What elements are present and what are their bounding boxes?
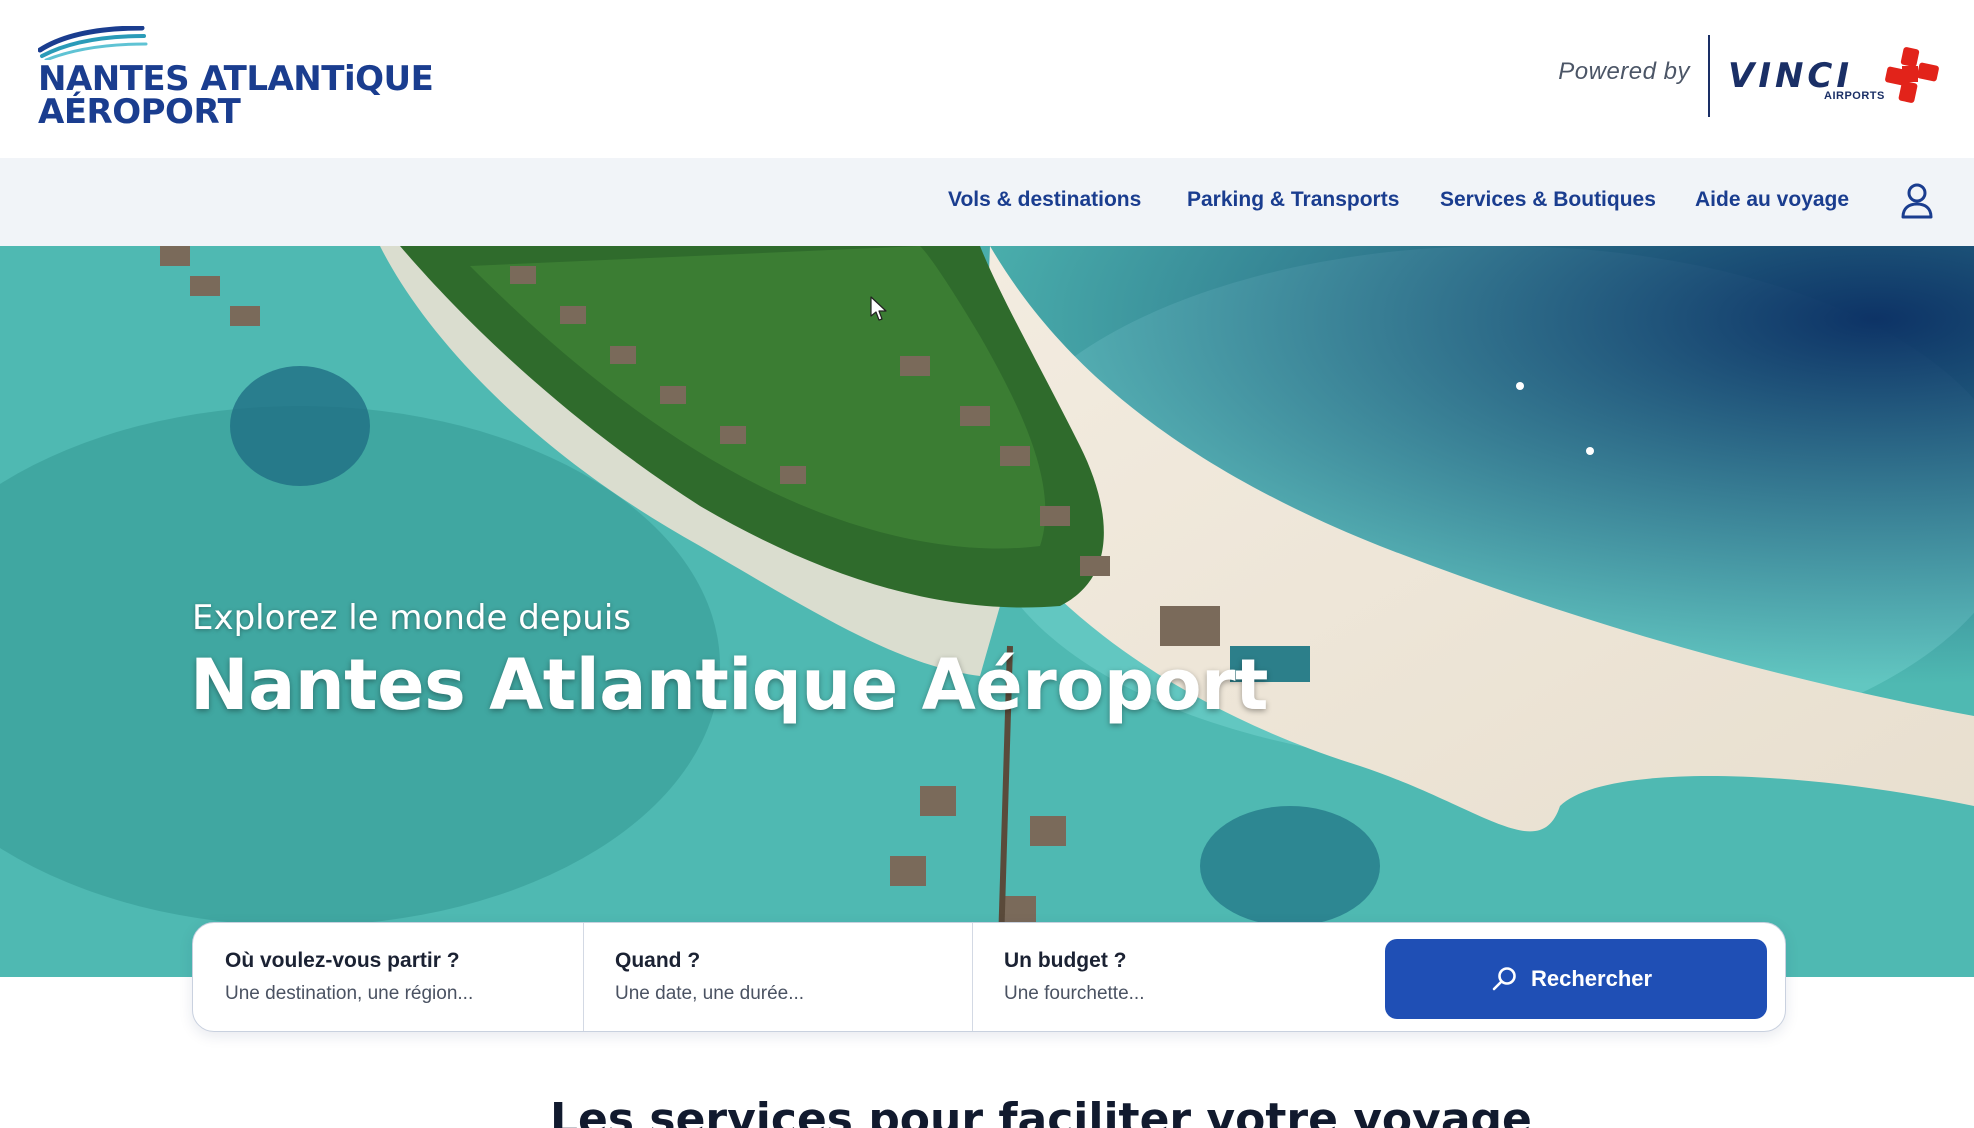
search-button-label: Rechercher xyxy=(1531,966,1653,991)
date-field[interactable]: Quand ? Une date, une durée... xyxy=(583,923,972,1031)
main-nav: Vols & destinations Parking & Transports… xyxy=(0,158,1974,246)
hero-banner: Explorez le monde depuis Nantes Atlantiq… xyxy=(0,246,1974,977)
nav-item-services-boutiques[interactable]: Services & Boutiques xyxy=(1440,188,1656,212)
logo-text-line2: AÉROPORT xyxy=(38,92,241,132)
budget-label: Un budget ? xyxy=(1004,949,1127,972)
logo-waves-icon xyxy=(38,26,148,60)
vinci-logo-sub: AIRPORTS xyxy=(1824,90,1885,102)
site-header: NANTES ATLANTiQUE AÉROPORT Powered by VI… xyxy=(0,0,1974,158)
destination-label: Où voulez-vous partir ? xyxy=(225,949,460,972)
user-icon[interactable] xyxy=(1900,182,1934,220)
vinci-cross-icon xyxy=(1885,47,1939,103)
nav-item-vols-destinations[interactable]: Vols & destinations xyxy=(948,188,1141,212)
partner-divider xyxy=(1708,35,1710,117)
vinci-airports-logo[interactable]: VINCI AIRPORTS xyxy=(1728,46,1940,110)
search-icon xyxy=(1492,967,1516,991)
trip-search-bar: Où voulez-vous partir ? Une destination,… xyxy=(192,922,1786,1032)
destination-placeholder: Une destination, une région... xyxy=(225,983,474,1004)
nav-item-parking-transports[interactable]: Parking & Transports xyxy=(1187,188,1399,212)
services-section-title: Les services pour faciliter votre voyage xyxy=(550,1094,1532,1128)
budget-placeholder: Une fourchette... xyxy=(1004,983,1145,1004)
logo-text-line1: NANTES ATLANTiQUE xyxy=(38,59,434,99)
destination-field[interactable]: Où voulez-vous partir ? Une destination,… xyxy=(193,923,583,1031)
budget-field[interactable]: Un budget ? Une fourchette... xyxy=(972,923,1372,1031)
date-placeholder: Une date, une durée... xyxy=(615,983,805,1004)
airport-logo[interactable]: NANTES ATLANTiQUE AÉROPORT xyxy=(38,26,438,130)
hero-title: Nantes Atlantique Aéroport xyxy=(190,644,1269,726)
search-button[interactable]: Rechercher xyxy=(1385,939,1767,1019)
date-label: Quand ? xyxy=(615,949,701,972)
nav-item-aide-au-voyage[interactable]: Aide au voyage xyxy=(1695,188,1849,212)
hero-subtitle: Explorez le monde depuis xyxy=(192,598,631,638)
mouse-cursor-icon xyxy=(870,296,887,321)
powered-by-label: Powered by xyxy=(1558,58,1690,85)
